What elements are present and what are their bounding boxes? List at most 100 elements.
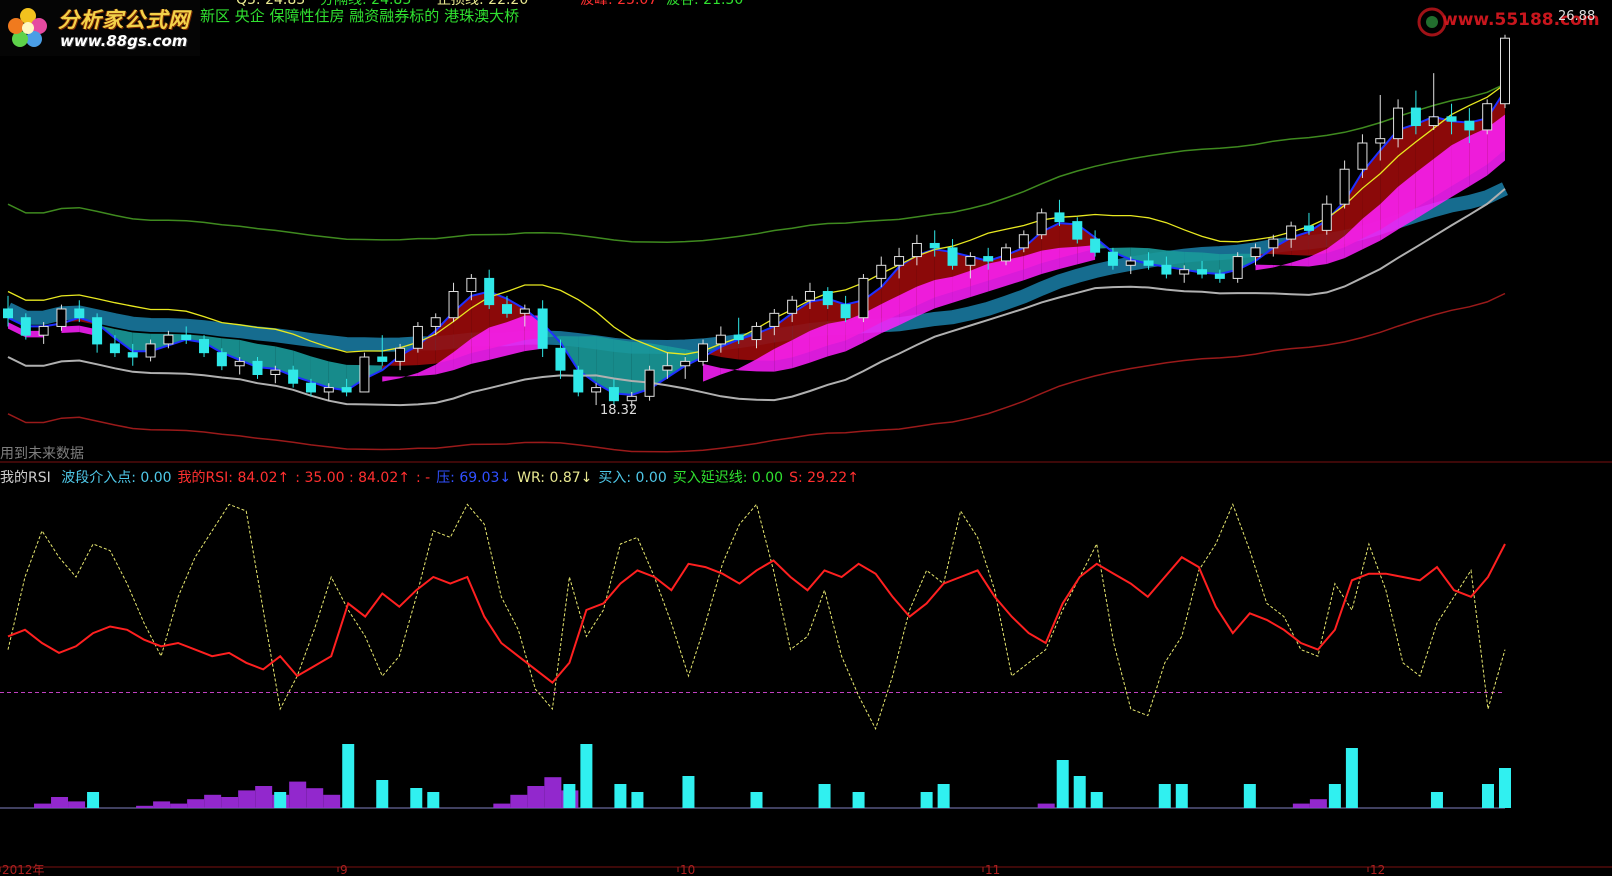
indicator-item-2: : 35.00 : 84.02↑ — [295, 470, 410, 486]
candle-body — [947, 247, 958, 266]
lower-channel-line — [7, 292, 1506, 453]
candle-body — [92, 317, 103, 345]
candle-body — [1482, 103, 1493, 131]
future-data-hint: 用到未来数据 — [0, 446, 84, 462]
low-zone-bar — [323, 794, 341, 808]
candle-body — [804, 291, 815, 301]
candle-body — [377, 356, 388, 362]
momentum-fill-segment — [1291, 257, 1309, 267]
candle-body — [1161, 264, 1172, 275]
low-zone-bar — [238, 790, 256, 808]
candle-body — [305, 382, 316, 393]
candle-body — [840, 304, 851, 319]
momentum-fill-segment — [934, 276, 953, 309]
low-zone-bar — [204, 794, 222, 808]
candle-body — [1001, 247, 1011, 262]
watermark-logo-icon — [1417, 7, 1447, 37]
candle-body — [466, 277, 477, 293]
candle-body — [983, 256, 994, 262]
candle-body — [715, 334, 726, 345]
buy-signal-bar — [750, 792, 763, 808]
candle-body — [502, 304, 512, 314]
candle-body — [1303, 225, 1314, 231]
stock-chart[interactable]: 2012年 9 10 11 12 — [0, 0, 1612, 876]
momentum-fill-segment — [720, 367, 739, 375]
candle-body — [1090, 238, 1101, 253]
partial-bofeng: 波峰: 25.07 — [580, 0, 658, 8]
candle-body — [252, 360, 263, 375]
candle-body — [876, 264, 887, 279]
candle-body — [145, 343, 156, 358]
candle-body — [626, 395, 637, 402]
momentum-fill-segment — [382, 376, 401, 382]
candle-body — [1446, 116, 1457, 122]
candle-body — [430, 317, 441, 327]
buy-signal-bar — [614, 784, 627, 808]
buy-signal-bar — [1481, 784, 1494, 808]
x-axis-label: 2012年 — [2, 863, 45, 876]
candle-body — [199, 339, 210, 354]
candle-body — [929, 242, 940, 249]
indicator-name: 我的RSI — [0, 470, 51, 486]
candle-body — [56, 308, 67, 327]
trend-fill-segment — [613, 339, 632, 395]
candle-body — [519, 308, 530, 314]
candle-body — [1339, 168, 1350, 205]
rsi-subpanel — [0, 503, 1511, 809]
stop-line — [7, 83, 1506, 355]
logo-url: www.88gs.com — [60, 32, 188, 50]
support-line — [7, 188, 1506, 407]
candle-body — [1125, 260, 1136, 266]
low-zone-bar — [187, 799, 205, 808]
buy-signal-bar — [1345, 748, 1358, 808]
low-zone-bar — [34, 803, 52, 808]
buy-signal-bar — [376, 780, 389, 808]
x-axis-label: 9 — [340, 863, 348, 876]
candle-body — [644, 369, 655, 397]
buy-signal-bar — [563, 784, 576, 808]
low-zone-bar — [493, 803, 511, 808]
candle-body — [216, 352, 227, 367]
candle-body — [751, 325, 762, 341]
candle-body — [537, 308, 548, 349]
momentum-fill-segment — [417, 364, 436, 377]
candle-body — [127, 352, 138, 358]
candle-body — [74, 308, 85, 319]
buy-signal-bar — [920, 792, 933, 808]
low-zone-bar — [1037, 803, 1055, 808]
candle-body — [787, 299, 798, 314]
candle-body — [359, 356, 370, 393]
concept-tags[interactable]: 新区 央企 保障性住房 融资融券标的 港珠澳大桥 — [200, 7, 519, 25]
buy-signal-bar — [87, 792, 100, 808]
low-zone-bar — [527, 786, 545, 808]
candle-body — [163, 334, 174, 345]
candle-body — [733, 334, 744, 341]
buy-signal-bar — [580, 744, 593, 808]
partial-bogu: 波谷: 21.50 — [666, 0, 744, 8]
candle-body — [1321, 203, 1332, 231]
logo-title: 分析家公式网 — [58, 8, 190, 32]
indicator-item-6: 买入: 0.00 — [598, 470, 667, 486]
buy-signal-bar — [1499, 768, 1511, 808]
buy-signal-bar — [818, 784, 831, 808]
candle-body — [484, 277, 495, 306]
momentum-fill-segment — [988, 259, 1006, 292]
momentum-fill-segment — [400, 372, 418, 379]
indicator-item-7: 买入延迟线: 0.00 — [672, 470, 784, 486]
trend-fill-segment — [328, 361, 347, 391]
momentum-fill-segment — [1255, 264, 1274, 271]
buy-signal-bar — [410, 788, 423, 808]
buy-signal-bar — [427, 792, 440, 808]
candle-body — [608, 387, 619, 402]
candle-body — [1214, 273, 1225, 279]
candle-body — [680, 360, 691, 367]
price-high-label: 26.88 — [1558, 9, 1596, 24]
indicator-legend: 我的RSI 波段介入点: 0.00 我的RSI: 84.02↑: 35.00 : … — [0, 467, 871, 487]
candle-body — [38, 325, 49, 336]
candle-body — [858, 277, 869, 319]
candle-body — [448, 291, 459, 319]
candle-body — [1464, 120, 1475, 131]
indicator-item-3: : - — [415, 470, 431, 486]
low-zone-bar — [136, 805, 154, 808]
candle-body — [1500, 37, 1510, 105]
